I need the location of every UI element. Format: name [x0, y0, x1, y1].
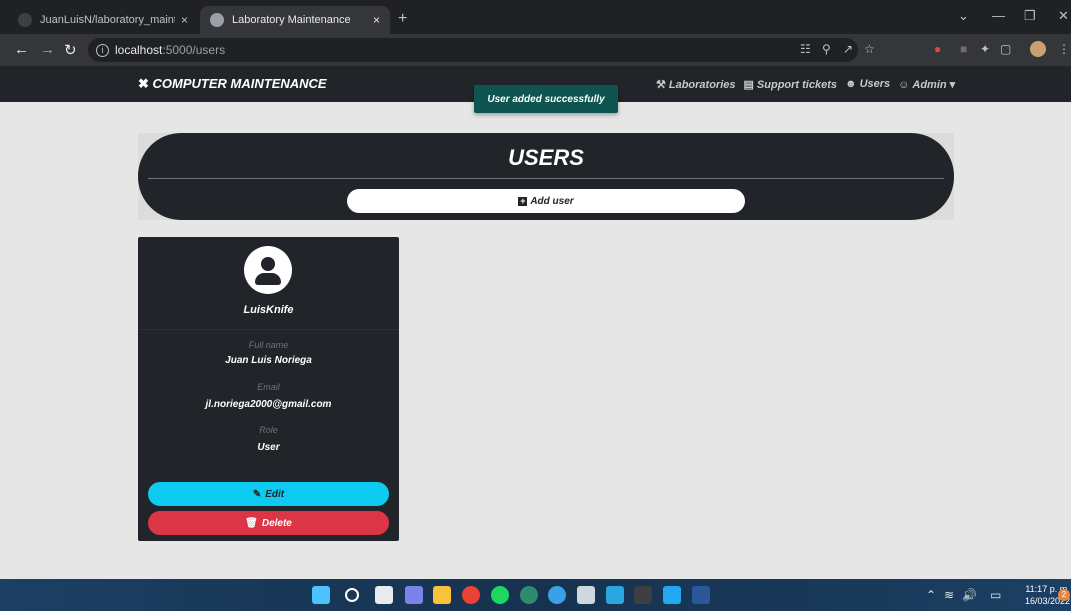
- windows-start-icon[interactable]: [312, 586, 330, 604]
- forward-icon[interactable]: →: [40, 41, 55, 58]
- chevron-up-icon[interactable]: ⌃: [926, 588, 936, 602]
- tab-close-icon[interactable]: ×: [373, 13, 380, 27]
- tab-close-icon[interactable]: ×: [181, 13, 188, 27]
- nav-label: Laboratories: [668, 79, 736, 91]
- role-label: Role: [259, 425, 278, 435]
- address-bar[interactable]: i localhost:5000/users: [88, 38, 858, 62]
- task-view-icon[interactable]: [375, 586, 393, 604]
- photos-icon[interactable]: [606, 586, 624, 604]
- full-name-label: Full name: [248, 340, 289, 350]
- info-icon[interactable]: i: [96, 43, 109, 57]
- search-icon[interactable]: [345, 588, 359, 602]
- user-card: LuisKnife Full name Juan Luis Noriega Em…: [138, 237, 399, 541]
- role-value: User: [257, 442, 280, 453]
- nav-label: Users: [859, 78, 891, 90]
- tools-icon: ✖: [138, 76, 149, 91]
- chevron-down-icon[interactable]: ⌄: [958, 8, 969, 24]
- profile-avatar[interactable]: [1030, 41, 1046, 57]
- nav-link-laboratories[interactable]: ⚒ Laboratories: [656, 78, 736, 91]
- new-tab-button[interactable]: +: [398, 10, 407, 28]
- url-path: :5000/users: [162, 43, 226, 57]
- brand-label: COMPUTER MAINTENANCE: [152, 76, 327, 91]
- teams-icon[interactable]: [405, 586, 423, 604]
- extension-icon[interactable]: ●: [934, 42, 941, 56]
- translate-icon[interactable]: ☷: [800, 42, 811, 56]
- full-name-value: Juan Luis Noriega: [225, 355, 312, 366]
- volume-icon[interactable]: 🔊: [962, 588, 977, 602]
- nav-link-users[interactable]: ☻ Users: [845, 78, 890, 91]
- laboratory-icon: ⚒: [656, 79, 666, 91]
- file-explorer-icon[interactable]: [433, 586, 451, 604]
- share-icon[interactable]: ↗: [843, 42, 853, 56]
- email-value: jl.noriega2000@gmail.com: [205, 399, 332, 410]
- edit-button[interactable]: ✎ Edit: [148, 482, 389, 506]
- tab-title: Laboratory Maintenance: [232, 14, 351, 26]
- nav-label: Admin: [912, 79, 947, 91]
- windows-taskbar: ⌃ ≋ 🔊 ▭ 11:17 p. m. 16/03/2022 2: [0, 579, 1071, 611]
- caret-down-icon: ▾: [949, 79, 956, 91]
- hs-app-icon[interactable]: [520, 586, 538, 604]
- plus-square-icon: +: [518, 195, 528, 206]
- browser-tab-github[interactable]: JuanLuisN/laboratory_maintenan ×: [8, 6, 198, 34]
- back-icon[interactable]: ←: [14, 41, 29, 58]
- user-avatar-icon: [244, 246, 292, 294]
- github-icon: [18, 13, 32, 27]
- bookmark-star-icon[interactable]: ☆: [864, 42, 875, 56]
- divider: [138, 329, 399, 330]
- username: LuisKnife: [243, 304, 294, 316]
- edit-label: Edit: [265, 488, 285, 500]
- reload-icon[interactable]: ↻: [64, 41, 77, 59]
- extension-icon[interactable]: ■: [960, 42, 967, 56]
- users-header: USERS + Add user: [138, 133, 954, 220]
- email-label: Email: [257, 382, 280, 392]
- battery-icon[interactable]: ▭: [990, 588, 1001, 602]
- ticket-icon: ▤: [743, 79, 754, 91]
- delete-button[interactable]: 🗑 Delete: [148, 511, 389, 535]
- nav-link-support-tickets[interactable]: ▤ Support tickets: [744, 78, 837, 91]
- user-icon: ☺: [898, 79, 910, 91]
- minimize-icon[interactable]: —: [992, 8, 1005, 23]
- globe-icon: [210, 13, 224, 27]
- virtualbox-icon[interactable]: [577, 586, 595, 604]
- spotify-icon[interactable]: [491, 586, 509, 604]
- wifi-icon[interactable]: ≋: [944, 588, 954, 602]
- browser-toolbar: ← → ↻ i localhost:5000/users ☷ ⚲ ↗ ☆ ● ■…: [0, 34, 1071, 66]
- nav-dropdown-admin[interactable]: ☺ Admin ▾: [898, 78, 958, 91]
- delete-label: Delete: [261, 517, 292, 529]
- success-toast: User added successfully: [474, 85, 618, 113]
- close-window-icon[interactable]: ✕: [1058, 8, 1069, 24]
- restore-icon[interactable]: ❐: [1024, 8, 1036, 24]
- users-icon: ☻: [845, 78, 857, 90]
- tab-title: JuanLuisN/laboratory_maintenan: [40, 14, 175, 26]
- word-icon[interactable]: [692, 586, 710, 604]
- nav-label: Support tickets: [756, 79, 837, 91]
- chrome-icon[interactable]: [462, 586, 480, 604]
- menu-icon[interactable]: ⋮: [1058, 42, 1070, 56]
- add-user-button[interactable]: + Add user: [347, 189, 745, 213]
- sidepanel-icon[interactable]: ▢: [1000, 42, 1011, 56]
- users-header-panel: USERS + Add user: [138, 133, 954, 220]
- terminal-icon[interactable]: [634, 586, 652, 604]
- edit-icon: ✎: [252, 488, 262, 500]
- url-host: localhost: [115, 43, 163, 57]
- browser-tab-strip: JuanLuisN/laboratory_maintenan × Laborat…: [0, 0, 1071, 34]
- add-user-label: Add user: [530, 195, 574, 207]
- trash-icon: 🗑: [245, 517, 258, 529]
- nav-links: ⚒ Laboratories ▤ Support tickets ☻ Users ☺ A…: [656, 78, 958, 91]
- divider: [148, 178, 944, 179]
- notification-badge[interactable]: 2: [1058, 589, 1070, 601]
- zoom-icon[interactable]: ⚲: [822, 42, 831, 56]
- puzzle-icon[interactable]: ✦: [980, 42, 990, 56]
- vscode-icon[interactable]: [663, 586, 681, 604]
- edge-icon[interactable]: [548, 586, 566, 604]
- brand-logo[interactable]: ✖ COMPUTER MAINTENANCE: [138, 76, 327, 92]
- browser-tab-active[interactable]: Laboratory Maintenance ×: [200, 6, 390, 34]
- page-title: USERS: [508, 145, 584, 170]
